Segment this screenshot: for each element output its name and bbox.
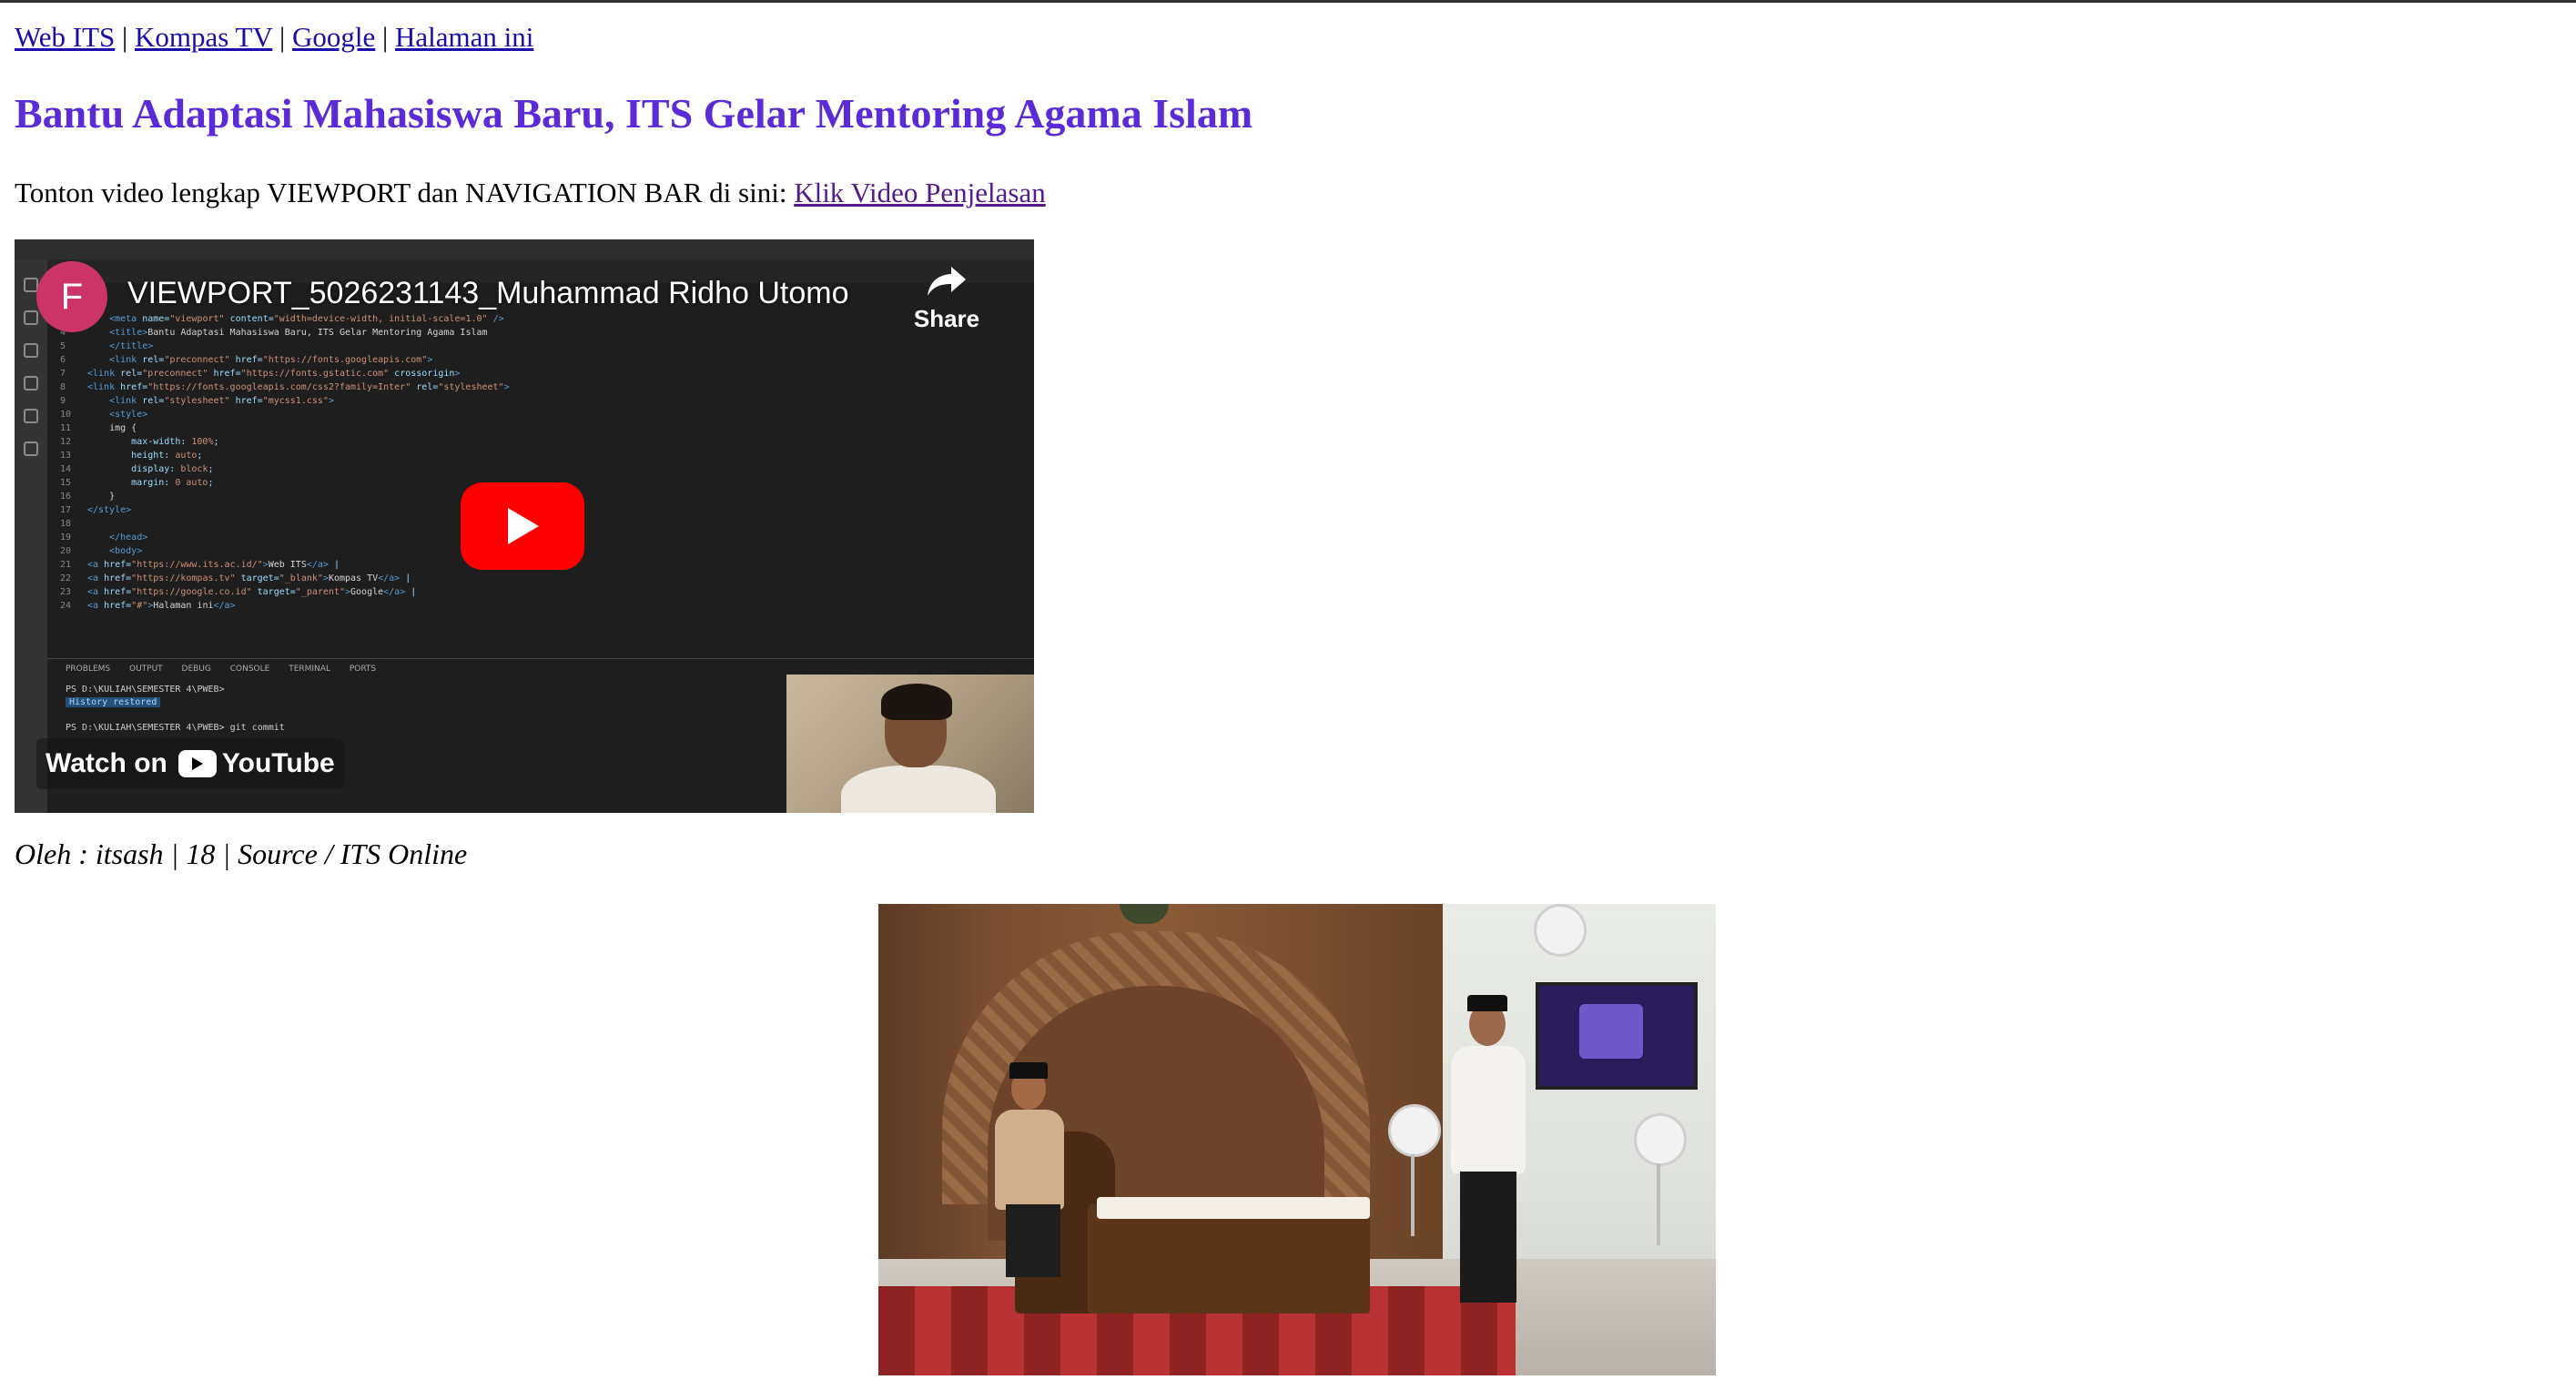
terminal-prompt: PS D:\KULIAH\SEMESTER 4\PWEB> [66, 685, 225, 695]
extensions-icon [24, 409, 38, 423]
editor-activity-bar [15, 259, 47, 813]
article-photo [878, 904, 1716, 1375]
nav-separator: | [382, 21, 389, 53]
remote-icon [24, 441, 38, 456]
youtube-logo: YouTube [177, 748, 335, 779]
youtube-play-icon [177, 750, 217, 777]
intro-paragraph: Tonton video lengkap VIEWPORT dan NAVIGA… [15, 174, 1046, 212]
nav-separator: | [122, 21, 128, 53]
nav-link-halaman-ini[interactable]: Halaman ini [395, 21, 533, 53]
nav-separator: | [279, 21, 286, 53]
play-button[interactable] [461, 482, 584, 570]
share-button[interactable]: Share [910, 265, 983, 333]
intro-text: Tonton video lengkap VIEWPORT dan NAVIGA… [15, 177, 795, 208]
watch-on-youtube-button[interactable]: Watch on YouTube [36, 738, 344, 789]
terminal-tabs: PROBLEMS OUTPUT DEBUG CONSOLE TERMINAL P… [66, 665, 377, 674]
standing-fan-icon [1388, 1104, 1441, 1157]
share-icon [928, 267, 966, 296]
play-icon [508, 508, 539, 544]
search-icon [24, 310, 38, 325]
wall-fan-icon [1534, 904, 1587, 957]
channel-avatar[interactable]: F [36, 261, 107, 332]
terminal-history: History restored [66, 697, 161, 707]
nav-link-google[interactable]: Google [292, 21, 375, 53]
editor-menu-bar [15, 239, 1034, 259]
presenter-webcam [786, 675, 1034, 813]
nav-link-kompas-tv[interactable]: Kompas TV [135, 21, 272, 53]
article-byline: Oleh : itsash | 18 | Source / ITS Online [15, 837, 468, 870]
seated-person [988, 1062, 1070, 1277]
debug-icon [24, 376, 38, 391]
video-title[interactable]: VIEWPORT_5026231143_Muhammad Ridho Utomo [127, 276, 849, 311]
video-explanation-link[interactable]: Klik Video Penjelasan [794, 177, 1046, 208]
share-label: Share [913, 305, 980, 332]
standing-fan-icon [1634, 1113, 1687, 1166]
source-control-icon [24, 343, 38, 358]
article-title: Bantu Adaptasi Mahasiswa Baru, ITS Gelar… [15, 90, 1253, 137]
youtube-embed[interactable]: 3 <meta name="viewport" content="width=d… [15, 239, 1034, 813]
top-navigation: Web ITS | Kompas TV | Google | Halaman i… [15, 19, 533, 56]
nav-link-web-its[interactable]: Web ITS [15, 21, 115, 53]
watch-on-label: Watch on [46, 748, 167, 778]
terminal-output: PS D:\KULIAH\SEMESTER 4\PWEB> git commit [66, 723, 285, 733]
youtube-label: YouTube [221, 748, 335, 778]
standing-speaker [1438, 995, 1538, 1303]
